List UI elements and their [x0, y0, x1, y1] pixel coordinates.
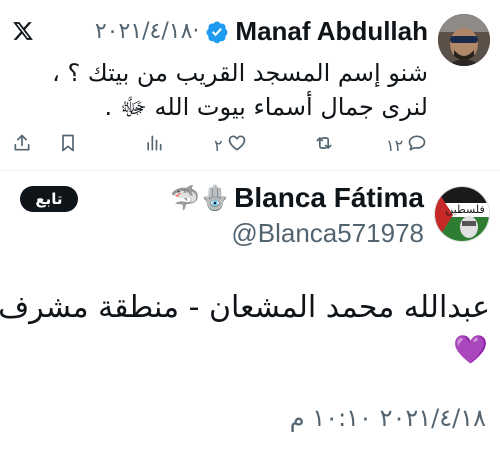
views-button[interactable]	[144, 133, 164, 157]
avatar[interactable]: فلسطين	[434, 186, 490, 242]
avatar[interactable]	[438, 14, 490, 66]
reply-button[interactable]: ١٢	[386, 133, 427, 157]
profile-header: Blanca Fátima 🪬🦈	[170, 182, 424, 214]
divider	[0, 170, 500, 171]
views-chart-icon	[144, 133, 164, 157]
author-name[interactable]: Manaf Abdullah	[235, 16, 428, 47]
tweet-action-bar: ٢ ١٢	[0, 133, 500, 163]
tweet-timestamp[interactable]: ٢٠٢١/٤/١٨ ١٠:١٠ م	[290, 404, 486, 432]
reply-icon	[407, 133, 427, 157]
share-icon	[12, 133, 32, 157]
reply-count: ١٢	[386, 135, 404, 155]
like-count: ٢	[214, 135, 223, 155]
tweet-date[interactable]: ·٢٠٢١/٤/١٨	[95, 19, 200, 44]
share-button[interactable]	[12, 133, 32, 157]
retweet-icon	[314, 133, 334, 157]
like-button[interactable]: ٢	[214, 133, 247, 157]
heart-outline-icon	[227, 133, 247, 157]
verified-badge-icon	[205, 20, 229, 44]
purple-heart-emoji: 💜	[453, 333, 488, 366]
follow-button[interactable]: تابع	[20, 186, 78, 212]
name-emojis: 🪬🦈	[170, 184, 231, 212]
display-name[interactable]: Blanca Fátima	[234, 182, 424, 214]
tweet-text: عبدالله محمد المشعان - منطقة مشرف	[0, 290, 490, 325]
user-handle[interactable]: @Blanca571978	[231, 218, 424, 249]
x-logo-icon[interactable]	[10, 18, 36, 44]
bookmark-icon	[58, 133, 78, 157]
tweet-text: شنو إسم المسجد القريب من بيتك ؟ ، لنرى ج…	[52, 59, 428, 121]
retweet-button[interactable]	[314, 133, 334, 157]
tweet-header: Manaf Abdullah ·٢٠٢١/٤/١٨	[95, 16, 428, 47]
bookmark-button[interactable]	[58, 133, 78, 157]
svg-text:فلسطين: فلسطين	[445, 203, 484, 216]
